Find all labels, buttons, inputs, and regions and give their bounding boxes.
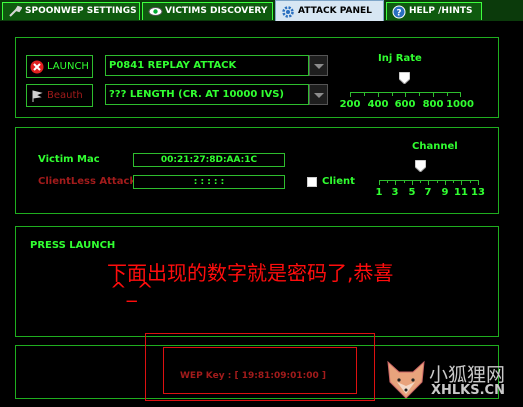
tab-attack-panel[interactable]: ATTACK PANEL <box>275 0 384 21</box>
tab-label: ATTACK PANEL <box>298 6 372 16</box>
overlay-annotation-line2: ^_^ <box>110 278 154 302</box>
client-label: Client <box>322 176 355 187</box>
client-checkbox[interactable] <box>307 177 317 187</box>
eye-icon <box>148 7 163 16</box>
watermark-url: XHLKS.CN <box>431 383 505 398</box>
wrench-icon <box>9 5 22 17</box>
tab-bar: SPOONWEP SETTINGS VICTIMS DISCOVERY ATTA… <box>0 0 523 21</box>
victim-mac-label: Victim Mac <box>38 154 100 165</box>
slider-thumb[interactable] <box>415 160 426 172</box>
channel-tick-labels: 1 3 5 7 9 11 13 <box>375 187 485 198</box>
status-message: PRESS LAUNCH <box>30 240 116 251</box>
tab-label: HELP /HINTS <box>409 6 473 16</box>
stop-icon <box>30 60 44 74</box>
wep-key-readout: WEP Key : [ 19:81:09:01:00 ] <box>180 371 326 381</box>
help-icon: ? <box>392 5 406 19</box>
tab-label: SPOONWEP SETTINGS <box>25 6 137 16</box>
attack-mode-select[interactable]: P0841 REPLAY ATTACK <box>105 55 309 76</box>
svg-text:?: ? <box>396 9 401 19</box>
launch-button[interactable]: LAUNCH <box>26 55 93 78</box>
inj-rate-label: Inj Rate <box>378 53 422 64</box>
channel-label: Channel <box>412 141 458 152</box>
clientless-attack-label: ClientLess Attack <box>38 176 137 187</box>
fox-logo <box>387 360 425 399</box>
tab-victims-discovery[interactable]: VICTIMS DISCOVERY <box>142 2 273 20</box>
tab-help-hints[interactable]: ? HELP /HINTS <box>386 2 482 20</box>
inj-rate-tick-labels: 200 400 600 800 1000 <box>339 99 474 110</box>
victim-mac-field[interactable]: 00:21:27:8D:AA:1C <box>133 153 285 167</box>
slider-thumb[interactable] <box>399 72 410 84</box>
tab-spoonwep-settings[interactable]: SPOONWEP SETTINGS <box>2 2 140 20</box>
chevron-down-icon[interactable] <box>309 55 328 76</box>
gear-icon <box>282 6 294 18</box>
tab-label: VICTIMS DISCOVERY <box>165 6 268 16</box>
launch-label: LAUNCH <box>47 61 89 72</box>
